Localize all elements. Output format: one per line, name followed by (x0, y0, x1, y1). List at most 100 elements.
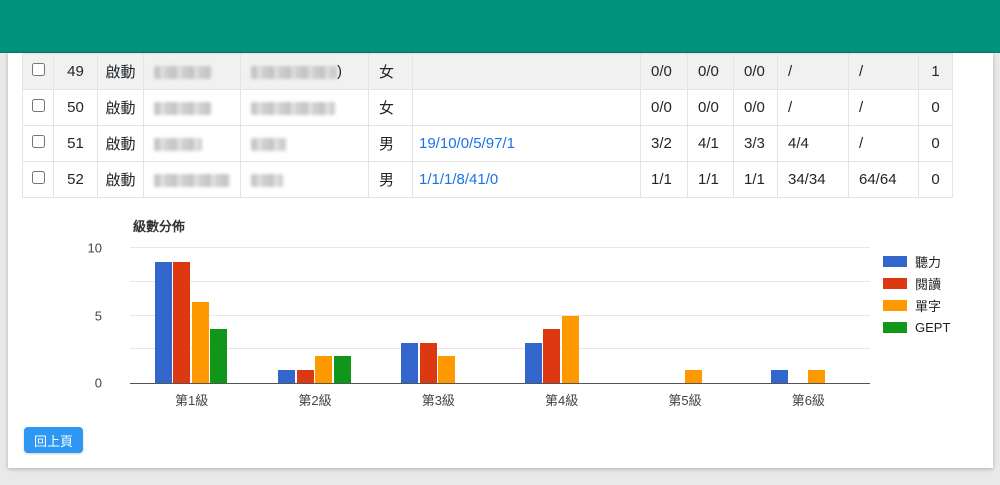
stat-cell: 1/1 (734, 162, 778, 198)
x-axis-label: 第6級 (768, 390, 848, 409)
gender-cell: 男 (369, 126, 413, 162)
redacted-name (144, 162, 241, 198)
stat-cell: 3/3 (734, 126, 778, 162)
stat-cell: / (849, 90, 919, 126)
bar-聽力-第2級 (278, 370, 295, 384)
redacted-name (241, 90, 369, 126)
redacted-text (251, 174, 283, 187)
content-card: 49啟動)女0/00/00/0//150啟動女0/00/00/0//051啟動男… (8, 53, 993, 468)
legend-swatch (883, 278, 907, 289)
legend-item: GEPT (883, 316, 950, 338)
legend-swatch (883, 300, 907, 311)
bar-閱讀-第4級 (543, 329, 560, 383)
bar-GEPT-第1級 (210, 329, 227, 383)
gender-cell: 女 (369, 54, 413, 90)
scores-cell (413, 54, 641, 90)
stat-cell: 1/1 (641, 162, 688, 198)
bar-單字-第1級 (192, 302, 209, 383)
checkbox-cell (23, 126, 54, 162)
stat-cell: 34/34 (778, 162, 849, 198)
bar-GEPT-第2級 (334, 356, 351, 383)
bar-單字-第6級 (808, 370, 825, 384)
redacted-name: ) (241, 54, 369, 90)
gridline (130, 315, 870, 316)
stat-cell: 0 (919, 90, 953, 126)
row-checkbox[interactable] (32, 135, 45, 148)
bar-聽力-第3級 (401, 343, 418, 384)
stat-cell: 1 (919, 54, 953, 90)
legend-item: 閱讀 (883, 272, 950, 294)
table-row: 50啟動女0/00/00/0//0 (23, 90, 953, 126)
redacted-name (241, 126, 369, 162)
x-axis-label: 第3級 (398, 390, 478, 409)
row-checkbox[interactable] (32, 171, 45, 184)
legend-label: 聽力 (915, 252, 941, 271)
x-axis-label: 第2級 (275, 390, 355, 409)
legend-item: 聽力 (883, 250, 950, 272)
stat-cell: 3/2 (641, 126, 688, 162)
stat-cell: 0/0 (688, 90, 734, 126)
redacted-text (251, 138, 286, 151)
row-checkbox[interactable] (32, 63, 45, 76)
bar-閱讀-第2級 (297, 370, 314, 384)
legend-label: 單字 (915, 296, 941, 315)
bar-單字-第2級 (315, 356, 332, 383)
bar-聽力-第6級 (771, 370, 788, 384)
stat-cell: 1/1 (688, 162, 734, 198)
y-axis-tick: 10 (68, 241, 102, 256)
gender-cell: 男 (369, 162, 413, 198)
legend-label: 閱讀 (915, 274, 941, 293)
stat-cell: / (778, 54, 849, 90)
scores-cell: 19/10/0/5/97/1 (413, 126, 641, 162)
stat-cell: 0/0 (688, 54, 734, 90)
stat-cell: 4/4 (778, 126, 849, 162)
redacted-text (154, 66, 211, 79)
activate-action[interactable]: 啟動 (98, 162, 144, 198)
row-number: 50 (54, 90, 98, 126)
row-number: 49 (54, 54, 98, 90)
redacted-text (251, 102, 335, 115)
stat-cell: 0/0 (641, 90, 688, 126)
stat-cell: 64/64 (849, 162, 919, 198)
row-checkbox[interactable] (32, 99, 45, 112)
row-number: 51 (54, 126, 98, 162)
redacted-text (154, 102, 211, 115)
stat-cell: / (778, 90, 849, 126)
bar-聽力-第1級 (155, 262, 172, 384)
bar-單字-第5級 (685, 370, 702, 384)
scores-link[interactable]: 1/1/1/8/41/0 (419, 171, 498, 188)
chart-plot-area (130, 248, 870, 383)
redacted-name (144, 90, 241, 126)
stat-cell: / (849, 126, 919, 162)
activate-action[interactable]: 啟動 (98, 126, 144, 162)
x-axis-label: 第1級 (152, 390, 232, 409)
table-row: 49啟動)女0/00/00/0//1 (23, 54, 953, 90)
redacted-name (144, 54, 241, 90)
legend-item: 單字 (883, 294, 950, 316)
redacted-text (154, 138, 202, 151)
bar-閱讀-第1級 (173, 262, 190, 384)
table-row: 51啟動男19/10/0/5/97/13/24/13/34/4/0 (23, 126, 953, 162)
table-row: 52啟動男1/1/1/8/41/01/11/11/134/3464/640 (23, 162, 953, 198)
redacted-text (154, 174, 230, 187)
checkbox-cell (23, 54, 54, 90)
activate-action[interactable]: 啟動 (98, 54, 144, 90)
y-axis-tick: 0 (68, 376, 102, 391)
x-axis-label: 第4級 (522, 390, 602, 409)
stat-cell: 0/0 (734, 90, 778, 126)
checkbox-cell (23, 90, 54, 126)
stat-cell: / (849, 54, 919, 90)
gridline (130, 348, 870, 349)
gridline (130, 247, 870, 248)
x-axis-label: 第5級 (645, 390, 725, 409)
bar-閱讀-第3級 (420, 343, 437, 384)
row-number: 52 (54, 162, 98, 198)
chart-legend: 聽力閱讀單字 GEPT (883, 250, 950, 338)
redacted-text (251, 66, 337, 79)
legend-swatch (883, 322, 907, 333)
back-button[interactable]: 回上頁 (24, 427, 83, 453)
legend-label: GEPT (915, 320, 950, 335)
activate-action[interactable]: 啟動 (98, 90, 144, 126)
scores-link[interactable]: 19/10/0/5/97/1 (419, 135, 515, 152)
stat-cell: 0 (919, 126, 953, 162)
